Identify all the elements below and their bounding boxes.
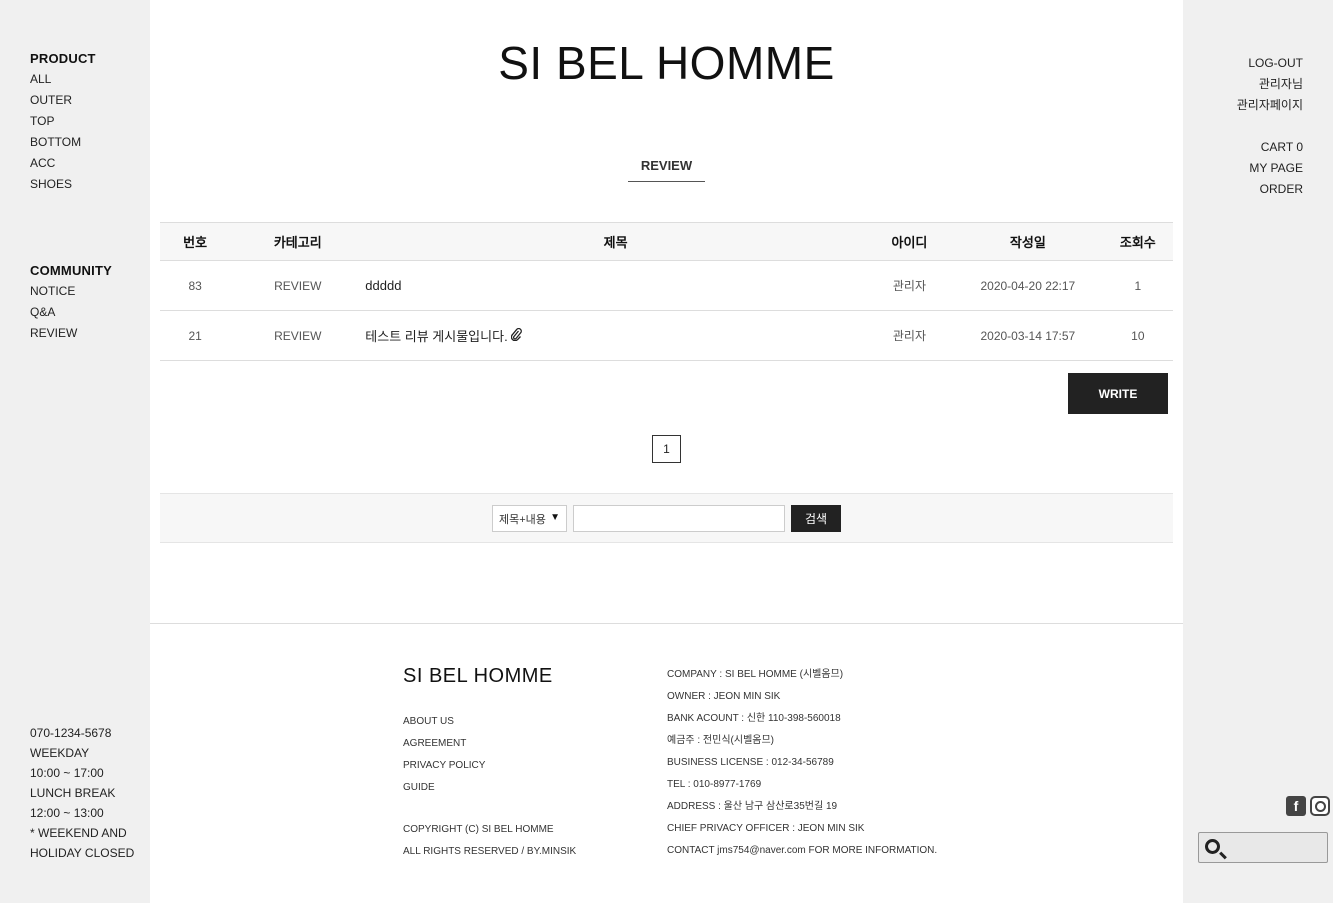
search-field-select[interactable]: 제목+내용 ▼ bbox=[492, 505, 567, 532]
footer-logo: SI BEL HOMME bbox=[403, 665, 553, 687]
site-logo[interactable]: SI BEL HOMME bbox=[150, 36, 1183, 90]
col-category: 카테고리 bbox=[230, 222, 366, 261]
row-category: REVIEW bbox=[230, 260, 366, 311]
row-author: 관리자 bbox=[865, 260, 954, 311]
board-search-bar: 제목+내용 ▼ 검색 bbox=[160, 493, 1173, 543]
review-board-table: 번호 카테고리 제목 아이디 작성일 조회수 83 REVIEW ddddd 관… bbox=[160, 222, 1173, 361]
rights-line: ALL RIGHTS RESERVED / BY.MINSIK bbox=[403, 846, 577, 857]
footer-link-agreement[interactable]: AGREEMENT bbox=[403, 733, 485, 755]
company-info: COMPANY : SI BEL HOMME (시벨옴므) OWNER : JE… bbox=[667, 664, 937, 862]
col-author: 아이디 bbox=[865, 222, 954, 261]
attachment-icon bbox=[510, 327, 522, 344]
row-views: 10 bbox=[1102, 310, 1173, 361]
community-heading[interactable]: COMMUNITY bbox=[30, 263, 112, 278]
search-icon bbox=[1205, 839, 1220, 854]
hours-value: 10:00 ~ 17:00 bbox=[30, 766, 104, 780]
row-date: 2020-03-14 17:57 bbox=[953, 310, 1103, 361]
col-number: 번호 bbox=[160, 222, 231, 261]
left-sidebar: PRODUCT ALL OUTER TOP BOTTOM ACC SHOES C… bbox=[0, 0, 150, 903]
row-views: 1 bbox=[1102, 260, 1173, 311]
instagram-icon[interactable] bbox=[1310, 796, 1330, 816]
copyright-line: COPYRIGHT (C) SI BEL HOMME bbox=[403, 824, 554, 835]
company-info-line: CHIEF PRIVACY OFFICER : JEON MIN SIK bbox=[667, 823, 865, 834]
table-header-row: 번호 카테고리 제목 아이디 작성일 조회수 bbox=[160, 222, 1173, 261]
mypage-link[interactable]: MY PAGE bbox=[1249, 158, 1303, 179]
search-input[interactable] bbox=[573, 505, 785, 532]
nav-item-notice[interactable]: NOTICE bbox=[30, 281, 77, 302]
search-button[interactable]: 검색 bbox=[791, 505, 841, 532]
search-select-value: 제목+내용 bbox=[499, 513, 546, 526]
shop-menu: CART 0 MY PAGE ORDER bbox=[1249, 137, 1303, 200]
admin-page-link[interactable]: 관리자페이지 bbox=[1237, 95, 1303, 116]
phone-number: 070-1234-5678 bbox=[30, 726, 112, 740]
nav-item-top[interactable]: TOP bbox=[30, 111, 81, 132]
store-hours-info: 070-1234-5678 WEEKDAY 10:00 ~ 17:00 LUNC… bbox=[30, 723, 134, 863]
cart-link[interactable]: CART 0 bbox=[1249, 137, 1303, 158]
company-info-line: OWNER : JEON MIN SIK bbox=[667, 691, 781, 702]
social-links: f bbox=[1286, 796, 1330, 816]
footer-link-about[interactable]: ABOUT US bbox=[403, 711, 485, 733]
company-info-line: CONTACT jms754@naver.com FOR MORE INFORM… bbox=[667, 845, 938, 856]
product-menu: ALL OUTER TOP BOTTOM ACC SHOES bbox=[30, 69, 81, 195]
logout-link[interactable]: LOG-OUT bbox=[1237, 53, 1303, 74]
row-date: 2020-04-20 22:17 bbox=[953, 260, 1103, 311]
community-menu: NOTICE Q&A REVIEW bbox=[30, 281, 77, 344]
product-heading[interactable]: PRODUCT bbox=[30, 51, 96, 66]
account-menu: LOG-OUT 관리자님 관리자페이지 bbox=[1237, 53, 1303, 116]
closed-note-1: * WEEKEND AND bbox=[30, 826, 127, 840]
lunch-value: 12:00 ~ 13:00 bbox=[30, 806, 104, 820]
sidebar-search-input[interactable] bbox=[1198, 832, 1328, 863]
nav-item-bottom[interactable]: BOTTOM bbox=[30, 132, 81, 153]
company-info-line: COMPANY : SI BEL HOMME (시벨옴므) bbox=[667, 669, 844, 680]
table-row[interactable]: 21 REVIEW 테스트 리뷰 게시물입니다. 관리자 2020-03-14 … bbox=[160, 310, 1173, 361]
hours-label: WEEKDAY bbox=[30, 746, 90, 760]
footer-links: ABOUT US AGREEMENT PRIVACY POLICY GUIDE bbox=[403, 711, 485, 799]
footer-link-privacy[interactable]: PRIVACY POLICY bbox=[403, 755, 485, 777]
row-subject-link[interactable]: ddddd bbox=[365, 260, 866, 311]
company-info-line: 예금주 : 전민식(시벨옴므) bbox=[667, 735, 774, 746]
row-category: REVIEW bbox=[230, 310, 366, 361]
chevron-down-icon: ▼ bbox=[550, 512, 560, 523]
nav-item-shoes[interactable]: SHOES bbox=[30, 174, 81, 195]
row-number: 21 bbox=[160, 310, 231, 361]
write-button[interactable]: WRITE bbox=[1068, 373, 1168, 414]
order-link[interactable]: ORDER bbox=[1249, 179, 1303, 200]
right-sidebar: LOG-OUT 관리자님 관리자페이지 CART 0 MY PAGE ORDER… bbox=[1183, 0, 1333, 903]
nav-item-outer[interactable]: OUTER bbox=[30, 90, 81, 111]
footer-link-guide[interactable]: GUIDE bbox=[403, 777, 485, 799]
company-info-line: BANK ACOUNT : 신한 110-398-560018 bbox=[667, 713, 841, 724]
footer-divider bbox=[150, 623, 1183, 624]
company-info-line: TEL : 010-8977-1769 bbox=[667, 779, 762, 790]
company-info-line: ADDRESS : 울산 남구 삼산로35번길 19 bbox=[667, 801, 838, 812]
facebook-icon[interactable]: f bbox=[1286, 796, 1306, 816]
lunch-label: LUNCH BREAK bbox=[30, 786, 116, 800]
row-author: 관리자 bbox=[865, 310, 954, 361]
nav-item-review[interactable]: REVIEW bbox=[30, 323, 77, 344]
nav-item-all[interactable]: ALL bbox=[30, 69, 81, 90]
table-row[interactable]: 83 REVIEW ddddd 관리자 2020-04-20 22:17 1 bbox=[160, 260, 1173, 311]
company-info-line: BUSINESS LICENSE : 012-34-56789 bbox=[667, 757, 834, 768]
footer-copyright: COPYRIGHT (C) SI BEL HOMME ALL RIGHTS RE… bbox=[403, 819, 576, 863]
closed-note-2: HOLIDAY CLOSED bbox=[30, 846, 135, 860]
main-content: SI BEL HOMME REVIEW 번호 카테고리 제목 아이디 작성일 조… bbox=[150, 0, 1183, 903]
col-views: 조회수 bbox=[1102, 222, 1173, 261]
admin-name-link[interactable]: 관리자님 bbox=[1237, 74, 1303, 95]
col-date: 작성일 bbox=[953, 222, 1103, 261]
row-subject-link[interactable]: 테스트 리뷰 게시물입니다. bbox=[365, 329, 507, 344]
board-title: REVIEW bbox=[628, 158, 705, 182]
pagination-page-1[interactable]: 1 bbox=[652, 435, 681, 463]
row-subject-cell[interactable]: 테스트 리뷰 게시물입니다. bbox=[365, 310, 866, 361]
nav-item-acc[interactable]: ACC bbox=[30, 153, 81, 174]
row-number: 83 bbox=[160, 260, 231, 311]
nav-item-qna[interactable]: Q&A bbox=[30, 302, 77, 323]
col-subject: 제목 bbox=[365, 222, 866, 261]
